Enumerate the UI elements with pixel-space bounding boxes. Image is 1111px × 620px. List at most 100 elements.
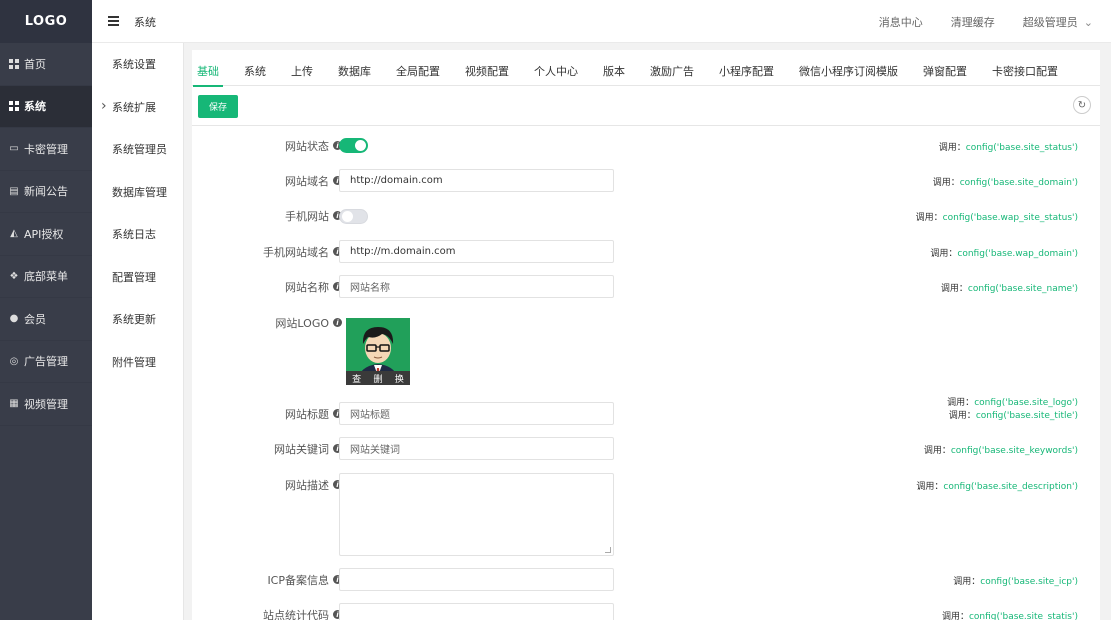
submenu-item-extensions[interactable]: 系统扩展 (92, 86, 183, 129)
tab-miniprogram[interactable]: 小程序配置 (719, 50, 786, 86)
tab-version[interactable]: 版本 (603, 50, 637, 86)
logo-actions: 查 删 换 (346, 371, 410, 385)
sidebar-item-members[interactable]: ● 会员 (0, 298, 92, 341)
tab-subscription-template[interactable]: 微信小程序订阅模版 (799, 50, 910, 86)
sidebar-item-label: 广告管理 (24, 355, 68, 369)
sidebar-item-home[interactable]: 首页 (0, 43, 92, 86)
submenu-item-config[interactable]: 配置管理 (92, 256, 183, 299)
tab-database[interactable]: 数据库 (338, 50, 383, 86)
site-title-label: 网站标题 i (192, 402, 342, 425)
site-status-toggle[interactable] (339, 138, 368, 153)
site-description-label: 网站描述 i (192, 477, 342, 492)
sidebar-item-label: 底部菜单 (24, 270, 68, 284)
messages-link[interactable]: 消息中心 (879, 14, 923, 30)
sidebar-item-ads[interactable]: ◎ 广告管理 (0, 341, 92, 383)
site-logo-label: 网站LOGO i (192, 315, 342, 330)
submenu-item-settings[interactable]: 系统设置 (92, 43, 183, 86)
sidebar-item-label: 会员 (24, 312, 46, 326)
site-domain-input[interactable]: http://domain.com (339, 169, 614, 192)
tab-popup[interactable]: 弹窗配置 (923, 50, 979, 86)
site-description-textarea[interactable] (339, 473, 614, 556)
breadcrumb: 系统 (134, 16, 156, 29)
tab-basic[interactable]: 基础 (193, 50, 231, 87)
sidebar-item-api[interactable]: ◭ API授权 (0, 213, 92, 256)
grid-icon (9, 58, 19, 69)
top-header: 系统 消息中心 清理缓存 超级管理员 (92, 0, 1111, 43)
site-statis-input[interactable] (339, 603, 614, 620)
tab-video[interactable]: 视频配置 (465, 50, 521, 86)
wap-status-label: 手机网站 i (192, 208, 342, 223)
site-name-label: 网站名称 i (192, 275, 342, 298)
sidebar-item-label: 首页 (24, 57, 46, 71)
tab-upload[interactable]: 上传 (291, 50, 325, 86)
submenu-item-logs[interactable]: 系统日志 (92, 213, 183, 256)
divider (192, 125, 1100, 126)
save-button[interactable]: 保存 (198, 95, 238, 118)
sidebar-item-cards[interactable]: ▭ 卡密管理 (0, 128, 92, 171)
api-icon: ◭ (10, 228, 18, 240)
clear-cache-link[interactable]: 清理缓存 (951, 14, 995, 30)
wap-domain-label: 手机网站域名 i (192, 240, 342, 263)
site-keywords-label: 网站关键词 i (192, 437, 342, 460)
site-domain-hint: 调用：config('base.site_domain') (932, 178, 1078, 188)
site-name-hint: 调用：config('base.site_name') (940, 284, 1078, 294)
sidebar-item-label: 系统 (24, 100, 46, 114)
settings-panel: 基础 系统 上传 数据库 全局配置 视频配置 个人中心 版本 激励广告 小程序配… (192, 50, 1100, 620)
sidebar-item-label: 新闻公告 (24, 185, 68, 199)
site-keywords-hint: 调用：config('base.site_keywords') (923, 446, 1078, 456)
grid-icon (9, 101, 19, 112)
site-icp-hint: 调用：config('base.site_icp') (953, 577, 1078, 587)
tab-profile[interactable]: 个人中心 (534, 50, 590, 86)
submenu-item-admins[interactable]: 系统管理员 (92, 128, 183, 171)
dropbox-icon: ❖ (9, 270, 19, 282)
info-icon: i (333, 318, 342, 327)
wap-status-toggle[interactable] (339, 209, 368, 224)
video-icon: ▦ (9, 398, 19, 410)
tab-reward-ads[interactable]: 激励广告 (650, 50, 706, 86)
card-icon: ▭ (9, 143, 19, 155)
app-logo[interactable]: LOGO (0, 0, 92, 43)
main-sidebar: LOGO 首页 系统 ▭ 卡密管理 ▤ 新闻公告 ◭ API授权 ❖ 底部菜单 … (0, 0, 92, 620)
delete-logo-button[interactable]: 删 (373, 372, 382, 385)
refresh-icon[interactable]: ↻ (1073, 96, 1091, 114)
system-submenu: 系统设置 系统扩展 系统管理员 数据库管理 系统日志 配置管理 系统更新 附件管… (92, 43, 184, 620)
site-name-input[interactable]: 网站名称 (339, 275, 614, 298)
news-icon: ▤ (9, 185, 19, 197)
site-title-input[interactable]: 网站标题 (339, 402, 614, 425)
site-description-hint: 调用：config('base.site_description') (916, 482, 1078, 492)
sidebar-item-bottom-menu[interactable]: ❖ 底部菜单 (0, 256, 92, 298)
sidebar-item-label: API授权 (24, 227, 64, 241)
site-status-hint: 调用：config('base.site_status') (938, 143, 1078, 153)
sidebar-item-video[interactable]: ▦ 视频管理 (0, 383, 92, 426)
sidebar-item-label: 视频管理 (24, 397, 68, 411)
site-statis-label: 站点统计代码 i (192, 603, 342, 620)
site-title-hint: 调用：config('base.site_title') (948, 411, 1078, 421)
tab-global[interactable]: 全局配置 (396, 50, 452, 86)
site-icp-input[interactable] (339, 568, 614, 591)
wap-domain-hint: 调用：config('base.wap_domain') (930, 249, 1078, 259)
submenu-item-attachments[interactable]: 附件管理 (92, 341, 183, 384)
site-status-label: 网站状态 i (192, 138, 342, 153)
submenu-item-database[interactable]: 数据库管理 (92, 171, 183, 214)
replace-logo-button[interactable]: 换 (395, 372, 404, 385)
coin-icon: ◎ (9, 355, 19, 367)
site-icp-label: ICP备案信息 i (192, 568, 342, 591)
menu-toggle-icon[interactable] (108, 16, 119, 26)
site-logo-hint: 调用：config('base.site_logo') (947, 398, 1078, 408)
user-menu[interactable]: 超级管理员 (1023, 14, 1093, 30)
config-tabs: 基础 系统 上传 数据库 全局配置 视频配置 个人中心 版本 激励广告 小程序配… (192, 50, 1100, 87)
submenu-item-update[interactable]: 系统更新 (92, 298, 183, 341)
site-statis-hint: 调用：config('base.site_statis') (941, 612, 1078, 620)
tab-system[interactable]: 系统 (244, 50, 278, 86)
sidebar-item-news[interactable]: ▤ 新闻公告 (0, 171, 92, 213)
site-keywords-input[interactable]: 网站关键词 (339, 437, 614, 460)
view-logo-button[interactable]: 查 (352, 372, 361, 385)
tab-card-api[interactable]: 卡密接口配置 (992, 50, 1070, 86)
site-logo-preview[interactable]: 查 删 换 (346, 318, 410, 385)
sidebar-item-system[interactable]: 系统 (0, 85, 92, 128)
wap-domain-input[interactable]: http://m.domain.com (339, 240, 614, 263)
user-icon: ● (9, 313, 19, 325)
sidebar-item-label: 卡密管理 (24, 142, 68, 156)
site-domain-label: 网站域名 i (192, 169, 342, 192)
wap-status-hint: 调用：config('base.wap_site_status') (915, 213, 1078, 223)
